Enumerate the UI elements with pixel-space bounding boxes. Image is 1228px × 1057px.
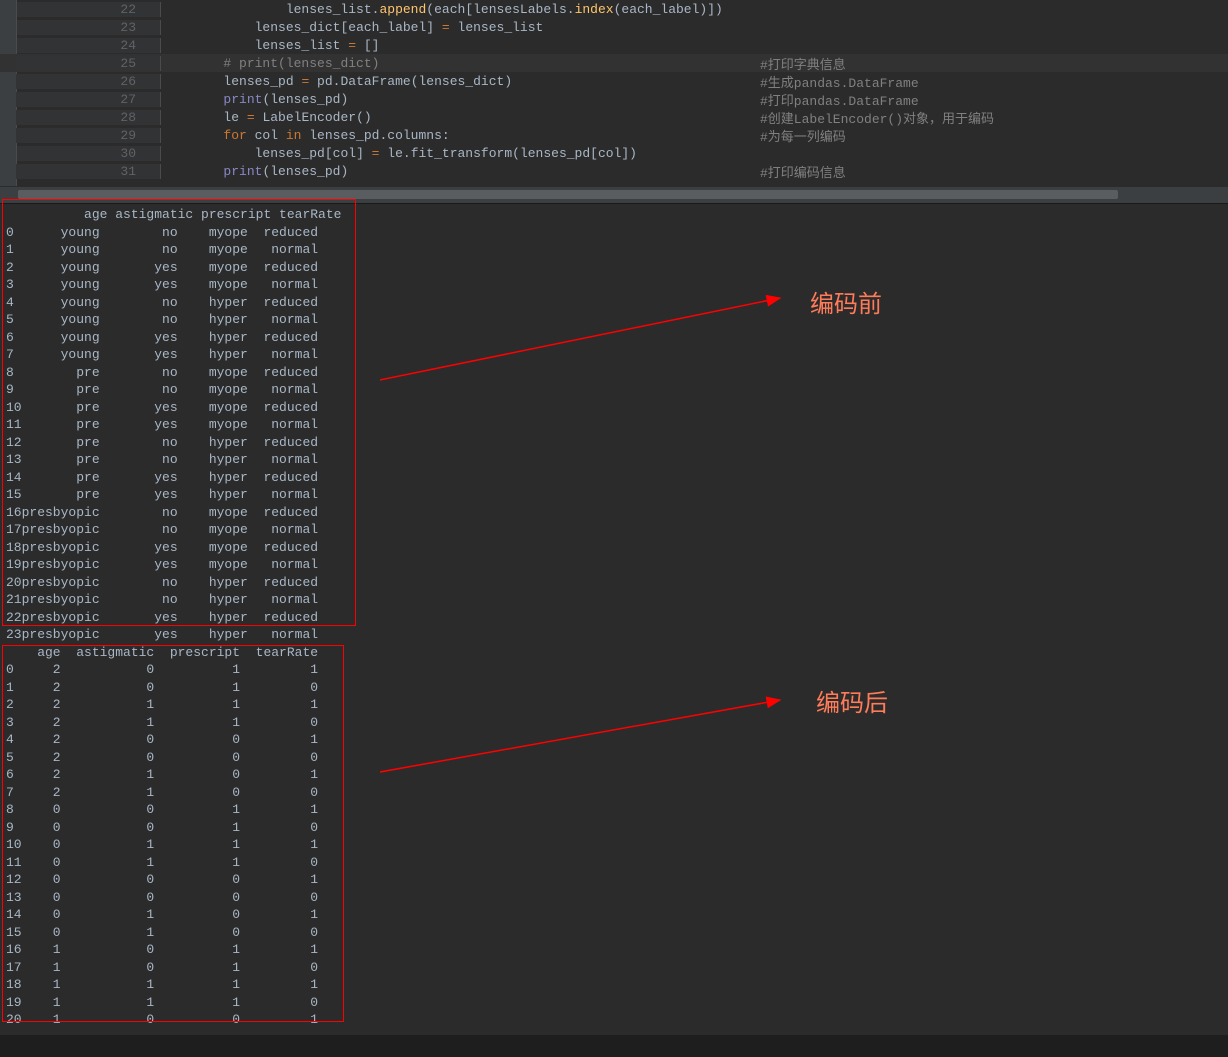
line-number: 28 xyxy=(16,110,161,125)
code-line[interactable]: 30 lenses_pd[col] = le.fit_transform(len… xyxy=(0,144,1228,162)
line-number: 26 xyxy=(16,74,161,89)
inline-comment: #打印字典信息 xyxy=(760,54,846,73)
inline-comment: #打印编码信息 xyxy=(760,162,846,181)
inline-comment: #生成pandas.DataFrame xyxy=(760,72,919,91)
scrollbar-thumb[interactable] xyxy=(18,190,1118,199)
line-number: 24 xyxy=(16,38,161,53)
code-content[interactable]: print(lenses_pd) xyxy=(161,92,348,107)
line-number: 23 xyxy=(16,20,161,35)
line-number: 22 xyxy=(16,2,161,17)
code-line[interactable]: 25 # print(lenses_dict) #打印字典信息 xyxy=(0,54,1228,72)
horizontal-scrollbar[interactable] xyxy=(0,186,1228,204)
line-number: 31 xyxy=(16,164,161,179)
line-number: 29 xyxy=(16,128,161,143)
line-number: 25 xyxy=(16,56,161,71)
code-line[interactable]: 26 lenses_pd = pd.DataFrame(lenses_dict)… xyxy=(0,72,1228,90)
code-content[interactable]: lenses_dict[each_label] = lenses_list xyxy=(161,20,543,35)
code-content[interactable]: # print(lenses_dict) xyxy=(161,56,379,71)
line-number: 27 xyxy=(16,92,161,107)
label-before: 编码前 xyxy=(810,284,882,319)
code-content[interactable]: print(lenses_pd) xyxy=(161,164,348,179)
code-content[interactable]: lenses_pd = pd.DataFrame(lenses_dict) xyxy=(161,74,512,89)
code-line[interactable]: 22 lenses_list.append(each[lensesLabels.… xyxy=(0,0,1228,18)
inline-comment: #创建LabelEncoder()对象，用于编码 xyxy=(760,108,994,127)
code-content[interactable]: lenses_list = [] xyxy=(161,38,379,53)
code-editor[interactable]: 22 lenses_list.append(each[lensesLabels.… xyxy=(0,0,1228,186)
code-content[interactable]: le = LabelEncoder() xyxy=(161,110,372,125)
code-content[interactable]: for col in lenses_pd.columns: xyxy=(161,128,450,143)
code-line[interactable]: 27 print(lenses_pd) #打印pandas.DataFrame xyxy=(0,90,1228,108)
code-line[interactable]: 24 lenses_list = [] xyxy=(0,36,1228,54)
label-after: 编码后 xyxy=(816,683,888,718)
code-content[interactable]: lenses_pd[col] = le.fit_transform(lenses… xyxy=(161,146,637,161)
code-content[interactable]: lenses_list.append(each[lensesLabels.ind… xyxy=(161,2,723,17)
code-line[interactable]: 23 lenses_dict[each_label] = lenses_list xyxy=(0,18,1228,36)
inline-comment: #为每一列编码 xyxy=(760,126,846,145)
line-number: 30 xyxy=(16,146,161,161)
code-line[interactable]: 28 le = LabelEncoder() #创建LabelEncoder()对… xyxy=(0,108,1228,126)
code-line[interactable]: 29 for col in lenses_pd.columns: #为每一列编码 xyxy=(0,126,1228,144)
code-line[interactable]: 31 print(lenses_pd) #打印编码信息 xyxy=(0,162,1228,180)
console-output[interactable]: age astigmatic prescript tearRate 0 youn… xyxy=(0,204,1228,1035)
inline-comment: #打印pandas.DataFrame xyxy=(760,90,919,109)
